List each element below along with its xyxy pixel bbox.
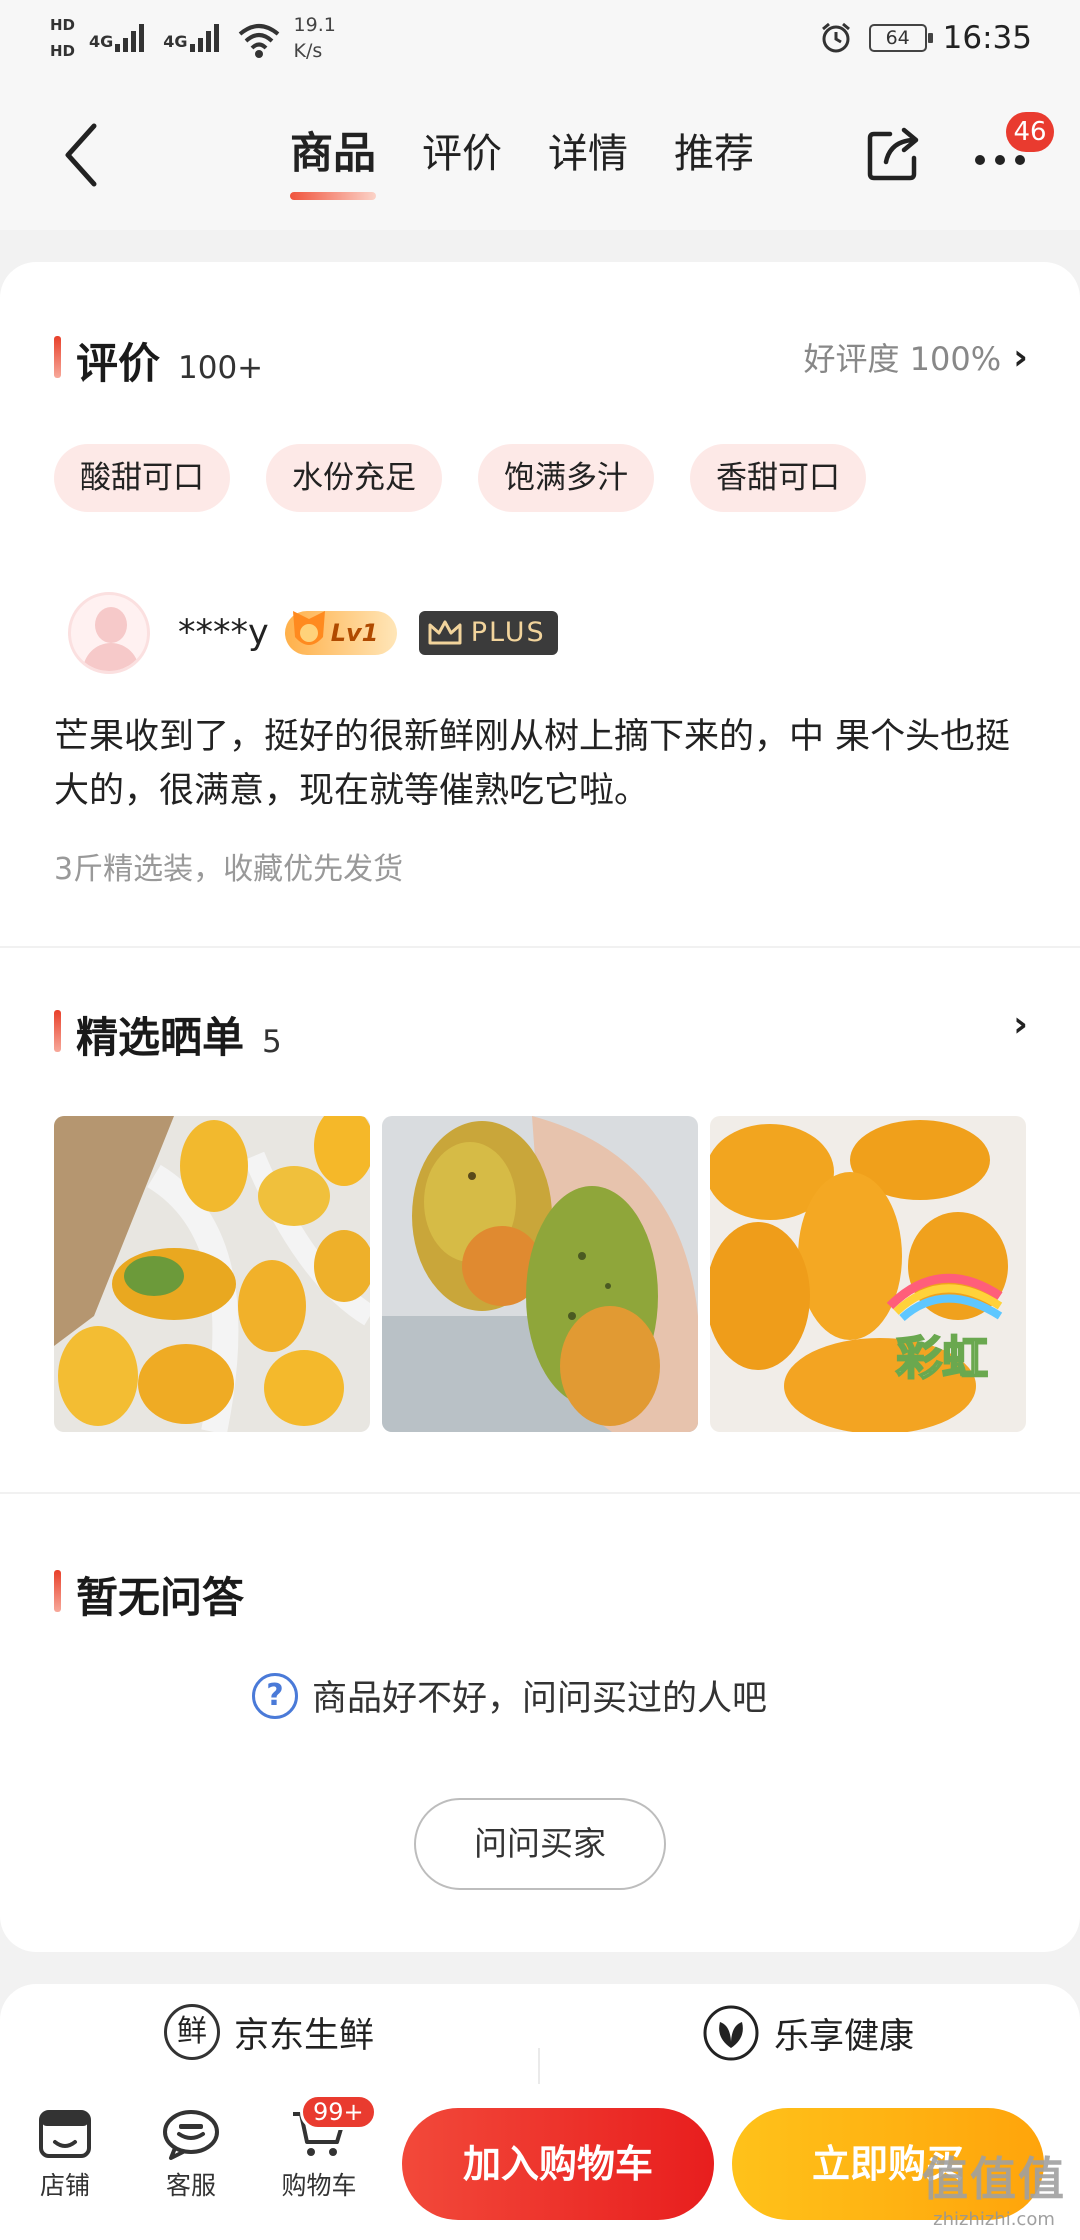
- qa-hint: ? 商品好不好，问问买过的人吧: [252, 1670, 767, 1721]
- reviewer-info: ****y Lv1 PLUS: [68, 592, 558, 674]
- crown-icon: [428, 620, 462, 645]
- review-tag[interactable]: 饱满多汁: [478, 444, 654, 512]
- battery-indicator: 64: [868, 24, 933, 52]
- alarm-icon: [821, 22, 850, 53]
- user-level-badge: Lv1: [284, 611, 397, 655]
- question-icon: ?: [252, 1672, 298, 1719]
- review-tag[interactable]: 酸甜可口: [54, 444, 230, 512]
- section-divider: [0, 1492, 1080, 1494]
- network-speed: 19.1: [293, 14, 336, 36]
- reviews-title: 评价: [76, 339, 161, 388]
- store-icon: [39, 2110, 91, 2158]
- title-accent-bar: [54, 1010, 61, 1052]
- signal-icon: [115, 24, 145, 52]
- reviews-header[interactable]: 评价 100+: [54, 330, 264, 391]
- site-watermark: 值值值 zhizhizhi.com: [922, 2143, 1066, 2230]
- signal-label-2: 4G: [163, 32, 188, 51]
- status-left: HD HD 4G 4G 19.1 K/s: [50, 12, 336, 64]
- positive-rate-link[interactable]: 好评度 100% ›: [803, 334, 1028, 380]
- watermark-url: zhizhizhi.com: [933, 2209, 1055, 2230]
- health-link[interactable]: 乐享健康: [702, 2004, 914, 2062]
- signal-icon: [189, 24, 219, 52]
- user-level: Lv1: [330, 619, 379, 647]
- positive-rate: 好评度 100%: [803, 340, 1002, 378]
- add-to-cart-button[interactable]: 加入购物车: [402, 2108, 714, 2220]
- watermark-logo: 值值值: [922, 2152, 1066, 2206]
- qa-hint-text: 商品好不好，问问买过的人吧: [312, 1679, 768, 1719]
- hd-indicator-1: HD: [50, 16, 76, 34]
- title-accent-bar: [54, 1570, 61, 1612]
- clock: 16:35: [942, 20, 1032, 56]
- showcase-header[interactable]: 精选晒单 5: [54, 1004, 282, 1065]
- tab-product[interactable]: 商品: [290, 126, 376, 200]
- rainbow-sticker-text: 彩虹: [896, 1331, 988, 1385]
- reviews-count: 100+: [178, 350, 264, 386]
- showcase-photo[interactable]: [54, 1116, 370, 1432]
- cart-count-badge: 99+: [300, 2094, 377, 2130]
- avatar: [68, 592, 150, 674]
- network-speed-unit: K/s: [293, 40, 323, 62]
- notification-badge: 46: [1006, 112, 1054, 152]
- store-label: 店铺: [39, 2171, 90, 2200]
- hd-indicator-2: HD: [50, 42, 76, 60]
- share-icon[interactable]: [864, 122, 924, 184]
- level-medal-icon: [292, 611, 325, 645]
- review-tag[interactable]: 水份充足: [266, 444, 442, 512]
- strip-divider: [538, 2048, 540, 2088]
- reviewer-name: ****y: [178, 613, 269, 653]
- signal-label-1: 4G: [89, 32, 114, 51]
- top-nav-bar: 商品 评价 详情 推荐 46: [0, 82, 1080, 230]
- back-arrow-icon[interactable]: [56, 120, 116, 190]
- showcase-photo[interactable]: 彩虹: [710, 1116, 1026, 1432]
- service-label: 客服: [165, 2171, 216, 2200]
- showcase-count: 5: [262, 1024, 282, 1060]
- qa-title: 暂无问答: [76, 1573, 245, 1622]
- cart-label: 购物车: [281, 2171, 357, 2200]
- review-product-spec: 3斤精选装，收藏优先发货: [54, 852, 404, 887]
- tab-reviews[interactable]: 评价: [422, 126, 502, 182]
- jd-fresh-link[interactable]: 鲜 京东生鲜: [164, 2004, 374, 2060]
- review-content[interactable]: 芒果收到了，挺好的很新鲜刚从树上摘下来的，中 果个头也挺大的，很满意，现在就等催…: [54, 710, 1034, 818]
- fresh-icon: 鲜: [164, 2004, 220, 2060]
- chat-icon: [163, 2110, 219, 2160]
- showcase-photo[interactable]: [382, 1116, 698, 1432]
- section-divider: [0, 946, 1080, 948]
- jd-fresh-label: 京东生鲜: [234, 2015, 375, 2056]
- review-tags: 酸甜可口 水份充足 饱满多汁 香甜可口: [54, 444, 866, 512]
- bottom-action-bar: 店铺 客服 购物车 99+ 加入购物车 立即购买 值值值 zhizhizhi.c…: [0, 2084, 1080, 2240]
- leaf-icon: [703, 2005, 759, 2061]
- plus-member-badge: PLUS: [418, 611, 558, 655]
- tab-details[interactable]: 详情: [548, 126, 628, 182]
- chevron-right-icon[interactable]: ›: [1013, 1004, 1028, 1045]
- title-accent-bar: [54, 336, 61, 378]
- showcase-title: 精选晒单: [76, 1013, 245, 1062]
- plus-label: PLUS: [470, 617, 546, 648]
- tab-recommend[interactable]: 推荐: [674, 126, 754, 182]
- store-button[interactable]: 店铺: [20, 2108, 110, 2202]
- qa-header: 暂无问答: [54, 1564, 245, 1625]
- main-card: 评价 100+ 好评度 100% › 酸甜可口 水份充足 饱满多汁 香甜可口 *…: [0, 262, 1080, 1952]
- health-label: 乐享健康: [774, 2016, 915, 2057]
- status-right: 64 16:35: [819, 20, 1032, 56]
- showcase-photos: 彩虹: [54, 1116, 1026, 1432]
- customer-service-button[interactable]: 客服: [146, 2108, 236, 2202]
- product-tabs: 商品 评价 详情 推荐: [290, 126, 754, 200]
- chevron-right-icon: ›: [1013, 336, 1028, 378]
- review-tag[interactable]: 香甜可口: [690, 444, 866, 512]
- status-bar: HD HD 4G 4G 19.1 K/s 64 16:35: [0, 0, 1080, 82]
- ask-buyers-button[interactable]: 问问买家: [414, 1798, 666, 1890]
- wifi-icon: [238, 24, 279, 58]
